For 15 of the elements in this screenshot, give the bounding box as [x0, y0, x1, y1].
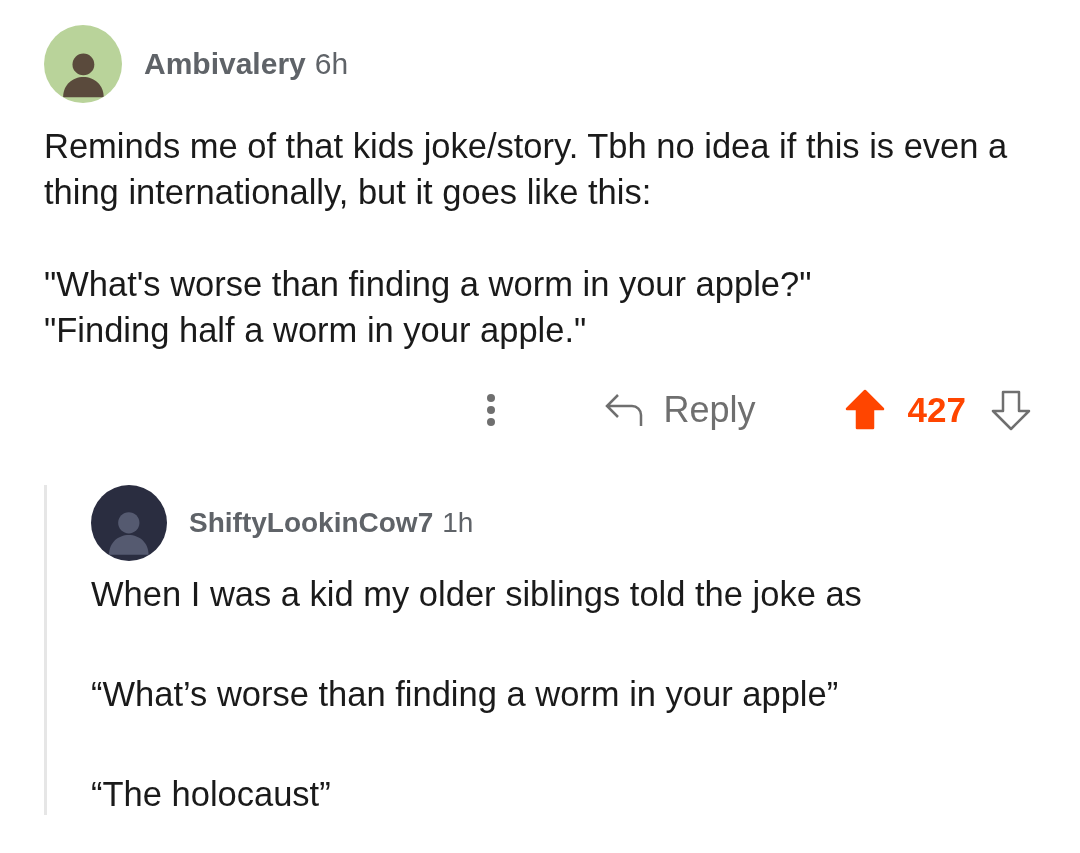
comment-paragraph: "What's worse than finding a worm in your apple?" "Finding half a worm in your apple." [44, 264, 813, 351]
comment-paragraph: Reminds me of that kids joke/story. Tbh no idea if this is even a thing internationally, but it goes like this: [44, 126, 1009, 213]
reply-button[interactable]: Reply [603, 389, 756, 431]
username[interactable]: ShiftyLookinCow7 [189, 507, 434, 539]
upvote-icon[interactable] [843, 389, 886, 431]
username[interactable]: Ambivalery [144, 47, 306, 81]
reply-arrow-icon [603, 392, 644, 428]
downvote-icon[interactable] [990, 389, 1032, 431]
more-options-icon[interactable] [485, 393, 496, 427]
comment-paragraph: “The holocaust” [91, 774, 332, 815]
comment-paragraph: “What’s worse than finding a worm in your apple” [91, 674, 840, 715]
timestamp: 6h [314, 47, 349, 81]
vote-count: 427 [907, 390, 966, 430]
comment-paragraph: When I was a kid my older siblings told the joke as [91, 574, 863, 615]
timestamp: 1h [442, 507, 474, 539]
